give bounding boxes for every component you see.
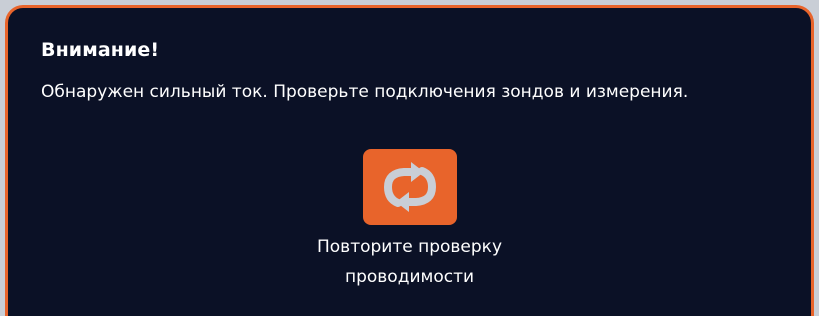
dialog-title: Внимание!: [41, 39, 160, 61]
dialog-message: Обнаружен сильный ток. Проверьте подключ…: [41, 82, 689, 102]
retry-conductivity-check[interactable]: Повторите проверку проводимости: [290, 149, 530, 292]
refresh-icon: [383, 162, 436, 212]
warning-dialog: Внимание! Обнаружен сильный ток. Проверь…: [5, 5, 814, 316]
screen: Внимание! Обнаружен сильный ток. Проверь…: [0, 0, 819, 316]
retry-label-line1: Повторите проверку: [316, 237, 503, 257]
retry-label-line2: проводимости: [344, 267, 475, 287]
retry-button[interactable]: [362, 149, 457, 225]
retry-label[interactable]: Повторите проверку проводимости: [290, 232, 530, 292]
